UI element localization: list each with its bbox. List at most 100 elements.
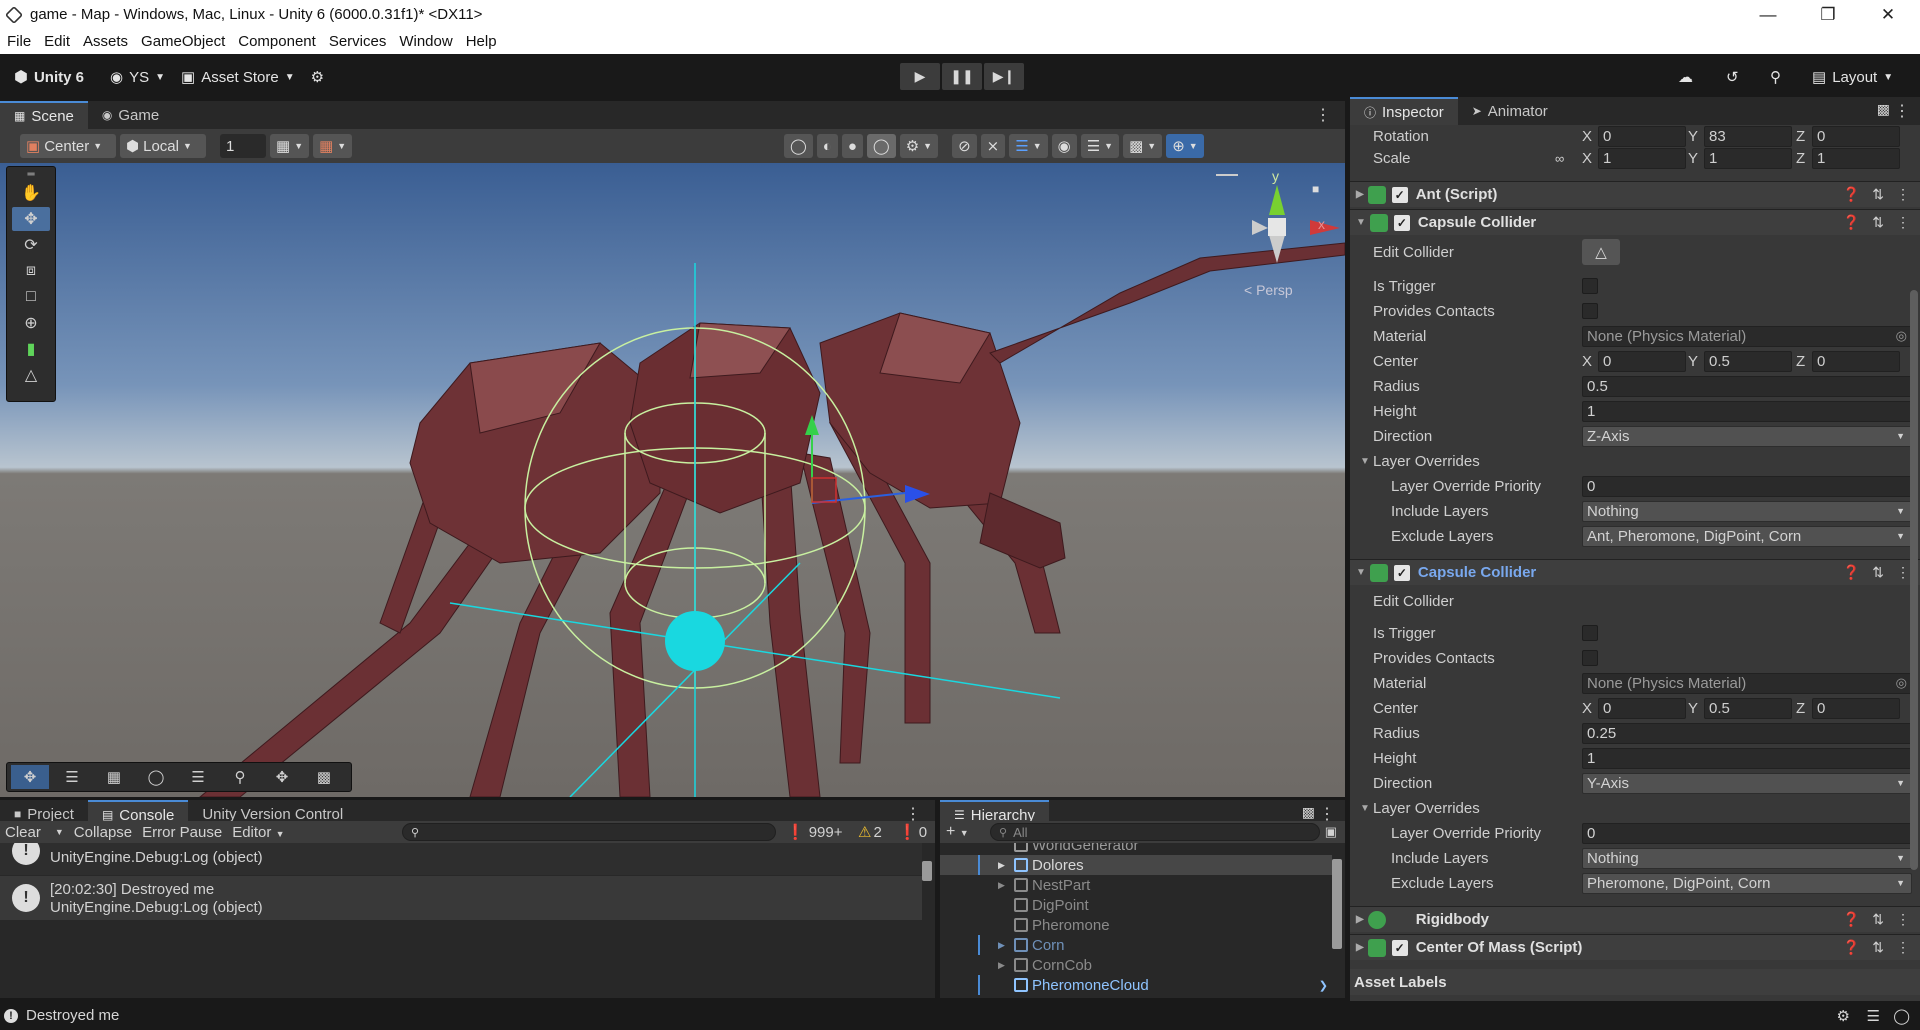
expand-icon[interactable]: ▶ <box>998 860 1014 871</box>
layer-priority-field[interactable]: 0 <box>1582 822 1912 844</box>
overlay-layers-button[interactable]: ☰ <box>179 765 217 789</box>
scene-viewport[interactable]: y x < Persp ■ <box>0 163 1345 797</box>
wireframe-button[interactable]: ◯ <box>784 134 813 158</box>
material-field[interactable]: None (Physics Material) ◎ <box>1582 325 1912 347</box>
lock-icon[interactable]: ■ <box>1312 182 1319 196</box>
shaded-wireframe-button[interactable]: ◐ <box>816 134 838 158</box>
layer-priority-field[interactable]: 0 <box>1582 475 1912 497</box>
audio-toggle-button[interactable]: ☰ ▼ <box>1009 134 1048 158</box>
edit-collider-button[interactable]: △ <box>1582 239 1620 265</box>
layers-button[interactable]: ☰ ▼ <box>1080 134 1120 158</box>
log-entry[interactable]: ! UnityEngine.Debug:Log (object) <box>0 843 922 875</box>
center-y-field[interactable]: 0.5 <box>1704 350 1792 372</box>
height-field[interactable]: 1 <box>1582 747 1912 769</box>
more-icon[interactable]: ⋮ <box>1896 186 1910 203</box>
minimize-button[interactable]: — <box>1740 0 1796 29</box>
preset-icon[interactable]: ⇅ <box>1872 564 1884 581</box>
grid-visibility-button[interactable]: ▦ ▼ <box>270 134 310 158</box>
status-message[interactable]: Destroyed me <box>26 1007 119 1024</box>
scene-visibility-icon[interactable]: ▣ <box>1325 824 1337 840</box>
foldout-down-icon[interactable]: ▼ <box>1356 567 1366 578</box>
ant-script-header[interactable]: ▶ ✓ Ant (Script) ❓ ⇅ ⋮ <box>1350 181 1920 207</box>
edit-collider-tool-button[interactable]: △ <box>12 363 50 387</box>
help-icon[interactable]: ❓ <box>1843 564 1860 581</box>
shaded-button[interactable]: ● <box>841 134 863 158</box>
provides-contacts-checkbox[interactable] <box>1582 303 1598 319</box>
radius-field[interactable]: 0.25 <box>1582 722 1912 744</box>
expand-icon[interactable]: ▶ <box>998 960 1014 971</box>
overlay-align-button[interactable]: ☰ <box>53 765 91 789</box>
asset-store-dropdown[interactable]: ▣ Asset Store ▼ <box>173 63 303 91</box>
rotation-x-field[interactable]: 0 <box>1598 125 1686 147</box>
tree-item[interactable]: PheromoneCloud ❯ <box>940 975 1332 995</box>
object-picker-icon[interactable]: ◎ <box>1896 675 1907 691</box>
camera-button[interactable]: ▩ ▼ <box>1123 134 1163 158</box>
editor-dropdown[interactable]: Editor ▼ <box>232 824 284 841</box>
inspector-lock-icon[interactable]: ▩ <box>1877 101 1890 118</box>
menu-file[interactable]: File <box>7 33 31 50</box>
gizmos-button[interactable]: ⊕ ▼ <box>1166 134 1204 158</box>
preset-icon[interactable]: ⇅ <box>1872 186 1884 203</box>
hierarchy-scrollbar[interactable] <box>1332 847 1342 977</box>
overlay-search-button[interactable]: ⚲ <box>221 765 259 789</box>
space-dropdown[interactable]: ⬢ Local ▼ <box>120 134 206 158</box>
help-icon[interactable]: ❓ <box>1843 911 1860 928</box>
create-button[interactable]: + ▼ <box>946 823 969 841</box>
console-search-input[interactable]: ⚲ <box>402 823 776 841</box>
foldout-right-icon[interactable]: ▶ <box>1356 942 1364 953</box>
rotate-tool-button[interactable]: ⟳ <box>12 233 50 257</box>
history-button[interactable]: ↺ <box>1718 63 1747 91</box>
direction-dropdown[interactable]: Y-Axis ▼ <box>1582 772 1912 794</box>
tab-game[interactable]: ◉ Game <box>88 101 173 129</box>
scale-x-field[interactable]: 1 <box>1598 147 1686 169</box>
tree-item[interactable]: Pheromone <box>940 915 1332 935</box>
account-dropdown[interactable]: ◉ YS ▼ <box>102 63 173 91</box>
hierarchy-lock-icon[interactable]: ▩ <box>1302 804 1315 821</box>
exclude-layers-dropdown[interactable]: Ant, Pheromone, DigPoint, Corn ▼ <box>1582 525 1912 547</box>
layers-icon[interactable]: ☰ <box>1867 1007 1880 1025</box>
overlay-pivot-button[interactable]: ✥ <box>263 765 301 789</box>
foldout-down-icon[interactable]: ▼ <box>1356 217 1366 228</box>
expand-icon[interactable]: ▶ <box>998 940 1014 951</box>
menu-edit[interactable]: Edit <box>44 33 70 50</box>
center-x-field[interactable]: 0 <box>1598 697 1686 719</box>
debug-icon[interactable]: ⚙ <box>1837 1007 1850 1025</box>
menu-services[interactable]: Services <box>329 33 387 50</box>
foldout-right-icon[interactable]: ▶ <box>1356 189 1364 200</box>
inspector-more-icon[interactable]: ⋮ <box>1894 101 1910 121</box>
clear-button[interactable]: Clear <box>5 824 41 841</box>
center-x-field[interactable]: 0 <box>1598 350 1686 372</box>
tab-inspector[interactable]: ⓘ Inspector <box>1350 97 1458 125</box>
unlit-button[interactable]: ◯ <box>866 134 896 158</box>
include-layers-dropdown[interactable]: Nothing ▼ <box>1582 847 1912 869</box>
help-icon[interactable]: ❓ <box>1843 186 1860 203</box>
visibility-button[interactable]: ◉ <box>1051 134 1077 158</box>
center-z-field[interactable]: 0 <box>1812 697 1900 719</box>
progress-icon[interactable]: ◯ <box>1893 1007 1910 1025</box>
provides-contacts-checkbox[interactable] <box>1582 650 1598 666</box>
help-icon[interactable]: ❓ <box>1843 939 1860 956</box>
foldout-right-icon[interactable]: ▶ <box>1356 914 1364 925</box>
close-button[interactable]: ✕ <box>1860 0 1916 29</box>
center-y-field[interactable]: 0.5 <box>1704 697 1792 719</box>
warning-count-toggle[interactable]: ⚠ 2 <box>858 823 882 842</box>
persp-label[interactable]: < Persp <box>1244 282 1293 298</box>
rect-tool-button[interactable]: □ <box>12 285 50 309</box>
tree-item[interactable]: ▶ Corn <box>940 935 1332 955</box>
inspector-scrollbar[interactable] <box>1910 290 1918 870</box>
capsule-collider-2-header[interactable]: ▼ ✓ Capsule Collider ❓ ⇅ ⋮ <box>1350 559 1920 585</box>
menu-window[interactable]: Window <box>399 33 452 50</box>
search-button[interactable]: ⚲ <box>1762 63 1789 91</box>
overlay-camera-button[interactable]: ▩ <box>305 765 343 789</box>
tree-item[interactable]: ▶ CornCob <box>940 955 1332 975</box>
log-count-toggle[interactable]: ❗ 999+ <box>786 823 842 842</box>
scroll-thumb[interactable] <box>1332 859 1342 949</box>
hierarchy-search-input[interactable]: ⚲ All <box>990 823 1320 841</box>
is-trigger-checkbox[interactable] <box>1582 625 1598 641</box>
include-layers-dropdown[interactable]: Nothing ▼ <box>1582 500 1912 522</box>
error-count-toggle[interactable]: ❗ 0 <box>898 823 927 842</box>
snap-settings-button[interactable]: ▦ ▼ <box>313 134 353 158</box>
layer-overrides-row[interactable]: ▼ Layer Overrides <box>1350 450 1920 472</box>
pause-button[interactable]: ❚❚ <box>942 63 982 90</box>
scroll-thumb[interactable] <box>922 861 932 881</box>
